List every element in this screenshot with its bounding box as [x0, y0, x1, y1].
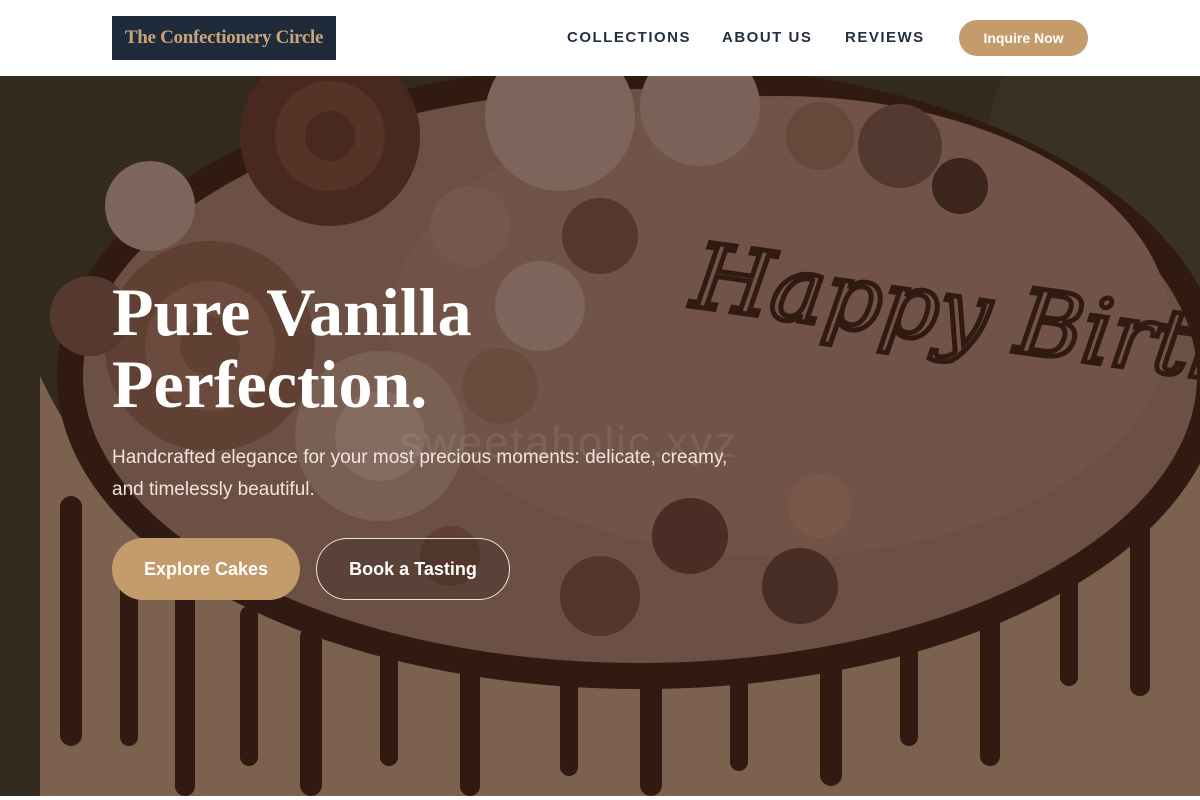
logo[interactable]: The Confectionery Circle [112, 16, 336, 60]
hero-title-line-1: Pure Vanilla [112, 274, 472, 350]
nav-about-us[interactable]: ABOUT US [722, 29, 812, 46]
logo-text: The Confectionery Circle [124, 27, 324, 48]
hero-title: Pure Vanilla Perfection. [112, 276, 712, 420]
hero-title-line-2: Perfection. [112, 346, 428, 422]
site-header: The Confectionery Circle COLLECTIONS ABO… [0, 0, 1200, 76]
inquire-now-button[interactable]: Inquire Now [959, 20, 1088, 56]
book-tasting-button[interactable]: Book a Tasting [316, 538, 510, 600]
page-bottom-edge [0, 796, 1200, 800]
hero-section: Happy Birthday sweetaholic.xyz Pure Vani… [0, 76, 1200, 796]
hero-subtitle: Handcrafted elegance for your most preci… [112, 447, 728, 500]
nav-collections[interactable]: COLLECTIONS [567, 29, 691, 46]
explore-cakes-button[interactable]: Explore Cakes [112, 538, 300, 600]
nav-reviews[interactable]: REVIEWS [845, 29, 925, 46]
